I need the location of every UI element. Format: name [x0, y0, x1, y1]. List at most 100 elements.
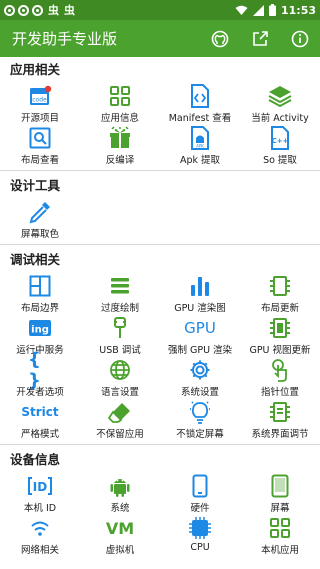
tool-label: GPU 视图更新 [249, 345, 311, 356]
tool-label: 硬件 [190, 503, 210, 514]
tool-label: 虚拟机 [105, 545, 135, 556]
tool-label: 反编译 [105, 155, 135, 166]
layout-update-icon [268, 274, 292, 298]
wifi-icon [28, 516, 52, 540]
tool-label: 本机 ID [23, 503, 57, 514]
status-time: 11:53 [280, 3, 316, 17]
eraser-icon [108, 400, 132, 424]
tool-force-gpu[interactable]: GPU 强制 GPU 渲染 [160, 315, 240, 357]
section-grid-app: code 开源项目 应用信息 Manifest 查看 当前 Activity 布… [0, 83, 320, 167]
tool-pointer-location[interactable]: 指针位置 [240, 357, 320, 399]
divider [0, 444, 320, 445]
tool-layout-bounds[interactable]: 布局边界 [0, 273, 80, 315]
tool-dont-lock-screen[interactable]: 不锁定屏幕 [160, 399, 240, 441]
tool-current-activity[interactable]: 当前 Activity [240, 83, 320, 125]
apps-icon [268, 516, 292, 540]
braces-icon: { } [28, 349, 41, 391]
apk-file-icon: APK [188, 126, 212, 150]
overdraw-icon [108, 274, 132, 298]
tool-strict-mode[interactable]: Strict 严格模式 [0, 399, 80, 441]
bug-icon: 虫 [48, 4, 59, 17]
tool-screen[interactable]: 屏幕 [240, 473, 320, 515]
gear-icon [188, 358, 212, 382]
tool-label: So 提取 [263, 155, 297, 166]
circle-icon [32, 4, 43, 16]
globe-icon [108, 358, 132, 382]
share-button[interactable] [240, 20, 280, 57]
tool-label: 本机应用 [260, 545, 299, 556]
touch-icon [268, 358, 292, 382]
tool-app-info[interactable]: 应用信息 [80, 83, 160, 125]
svg-text:APK: APK [196, 144, 204, 149]
content: 应用相关 code 开源项目 应用信息 Manifest 查看 当前 Activ… [0, 57, 320, 569]
tool-label: 过度绘制 [100, 303, 139, 314]
bounds-icon [28, 274, 52, 298]
tool-developer-options[interactable]: { } 开发者选项 [0, 349, 80, 399]
tool-layout-view[interactable]: 布局查看 [0, 125, 80, 167]
circle-icon [18, 4, 29, 16]
tool-label: GPU 渲染图 [174, 303, 226, 314]
github-icon [211, 30, 229, 47]
gpu-icon: GPU [184, 319, 216, 337]
cpp-file-icon: C++ [268, 126, 292, 150]
tool-label: Manifest 查看 [168, 113, 232, 124]
id-icon: ID [28, 474, 52, 498]
signal-icon [252, 4, 264, 16]
tool-gpu-rendering[interactable]: GPU 渲染图 [160, 273, 240, 315]
tool-installed-apps[interactable]: 本机应用 [240, 515, 320, 557]
tool-language[interactable]: 语言设置 [80, 357, 160, 399]
eyedropper-icon [28, 200, 52, 224]
tool-usb-debug[interactable]: USB 调试 [80, 315, 160, 357]
ing-icon: ing [28, 316, 52, 340]
tool-label: Apk 提取 [179, 155, 221, 166]
tool-label: 开发者选项 [16, 387, 64, 398]
svg-text:ing: ing [31, 325, 49, 336]
section-grid-design: 屏幕取色 [0, 199, 320, 241]
tool-label: 指针位置 [260, 387, 299, 398]
tool-hardware[interactable]: 硬件 [160, 473, 240, 515]
divider [0, 170, 320, 171]
bulb-icon [188, 400, 212, 424]
tool-system[interactable]: 系统 [80, 473, 160, 515]
tool-label: 屏幕 [270, 503, 290, 514]
section-title-device: 设备信息 [10, 452, 61, 467]
tool-label: 严格模式 [20, 429, 59, 440]
section-title-app: 应用相关 [10, 62, 61, 77]
tool-cpu[interactable]: CPU [160, 515, 240, 557]
tool-label: CPU [190, 542, 210, 553]
tool-so-extract[interactable]: C++ So 提取 [240, 125, 320, 167]
tool-vm[interactable]: VM 虚拟机 [80, 515, 160, 557]
app-title: 开发助手专业版 [12, 30, 118, 48]
svg-text:C++: C++ [272, 137, 289, 145]
tool-decompile[interactable]: 反编译 [80, 125, 160, 167]
share-icon [252, 31, 268, 46]
tool-system-settings[interactable]: 系统设置 [160, 357, 240, 399]
tool-label: 布局边界 [20, 303, 59, 314]
tool-network[interactable]: 网络相关 [0, 515, 80, 557]
github-button[interactable] [200, 20, 240, 57]
tool-label: 当前 Activity [251, 113, 309, 124]
tool-label: 语言设置 [100, 387, 139, 398]
tool-overdraw[interactable]: 过度绘制 [80, 273, 160, 315]
info-button[interactable] [280, 20, 320, 57]
tool-open-source[interactable]: code 开源项目 [0, 83, 80, 125]
tool-system-ui-tuner[interactable]: 系统界面调节 [240, 399, 320, 441]
screen-icon [268, 474, 292, 498]
tool-apk-extract[interactable]: APK Apk 提取 [160, 125, 240, 167]
phone-icon [188, 474, 212, 498]
app-bar: 开发助手专业版 [0, 20, 320, 57]
tool-label: 网络相关 [20, 545, 59, 556]
tool-label: 应用信息 [100, 113, 139, 124]
layout-search-icon [28, 126, 52, 150]
tool-label: 系统界面调节 [251, 429, 309, 440]
tool-device-id[interactable]: ID 本机 ID [0, 473, 80, 515]
section-title-debug: 调试相关 [10, 252, 61, 267]
tool-layout-update[interactable]: 布局更新 [240, 273, 320, 315]
tool-label: 屏幕取色 [20, 229, 59, 240]
bug-icon: 虫 [64, 4, 75, 17]
tool-label: 强制 GPU 渲染 [167, 345, 233, 356]
tool-manifest[interactable]: Manifest 查看 [160, 83, 240, 125]
tool-dont-keep-apps[interactable]: 不保留应用 [80, 399, 160, 441]
tool-color-picker[interactable]: 屏幕取色 [0, 199, 80, 241]
tool-gpu-view-update[interactable]: GPU 视图更新 [240, 315, 320, 357]
